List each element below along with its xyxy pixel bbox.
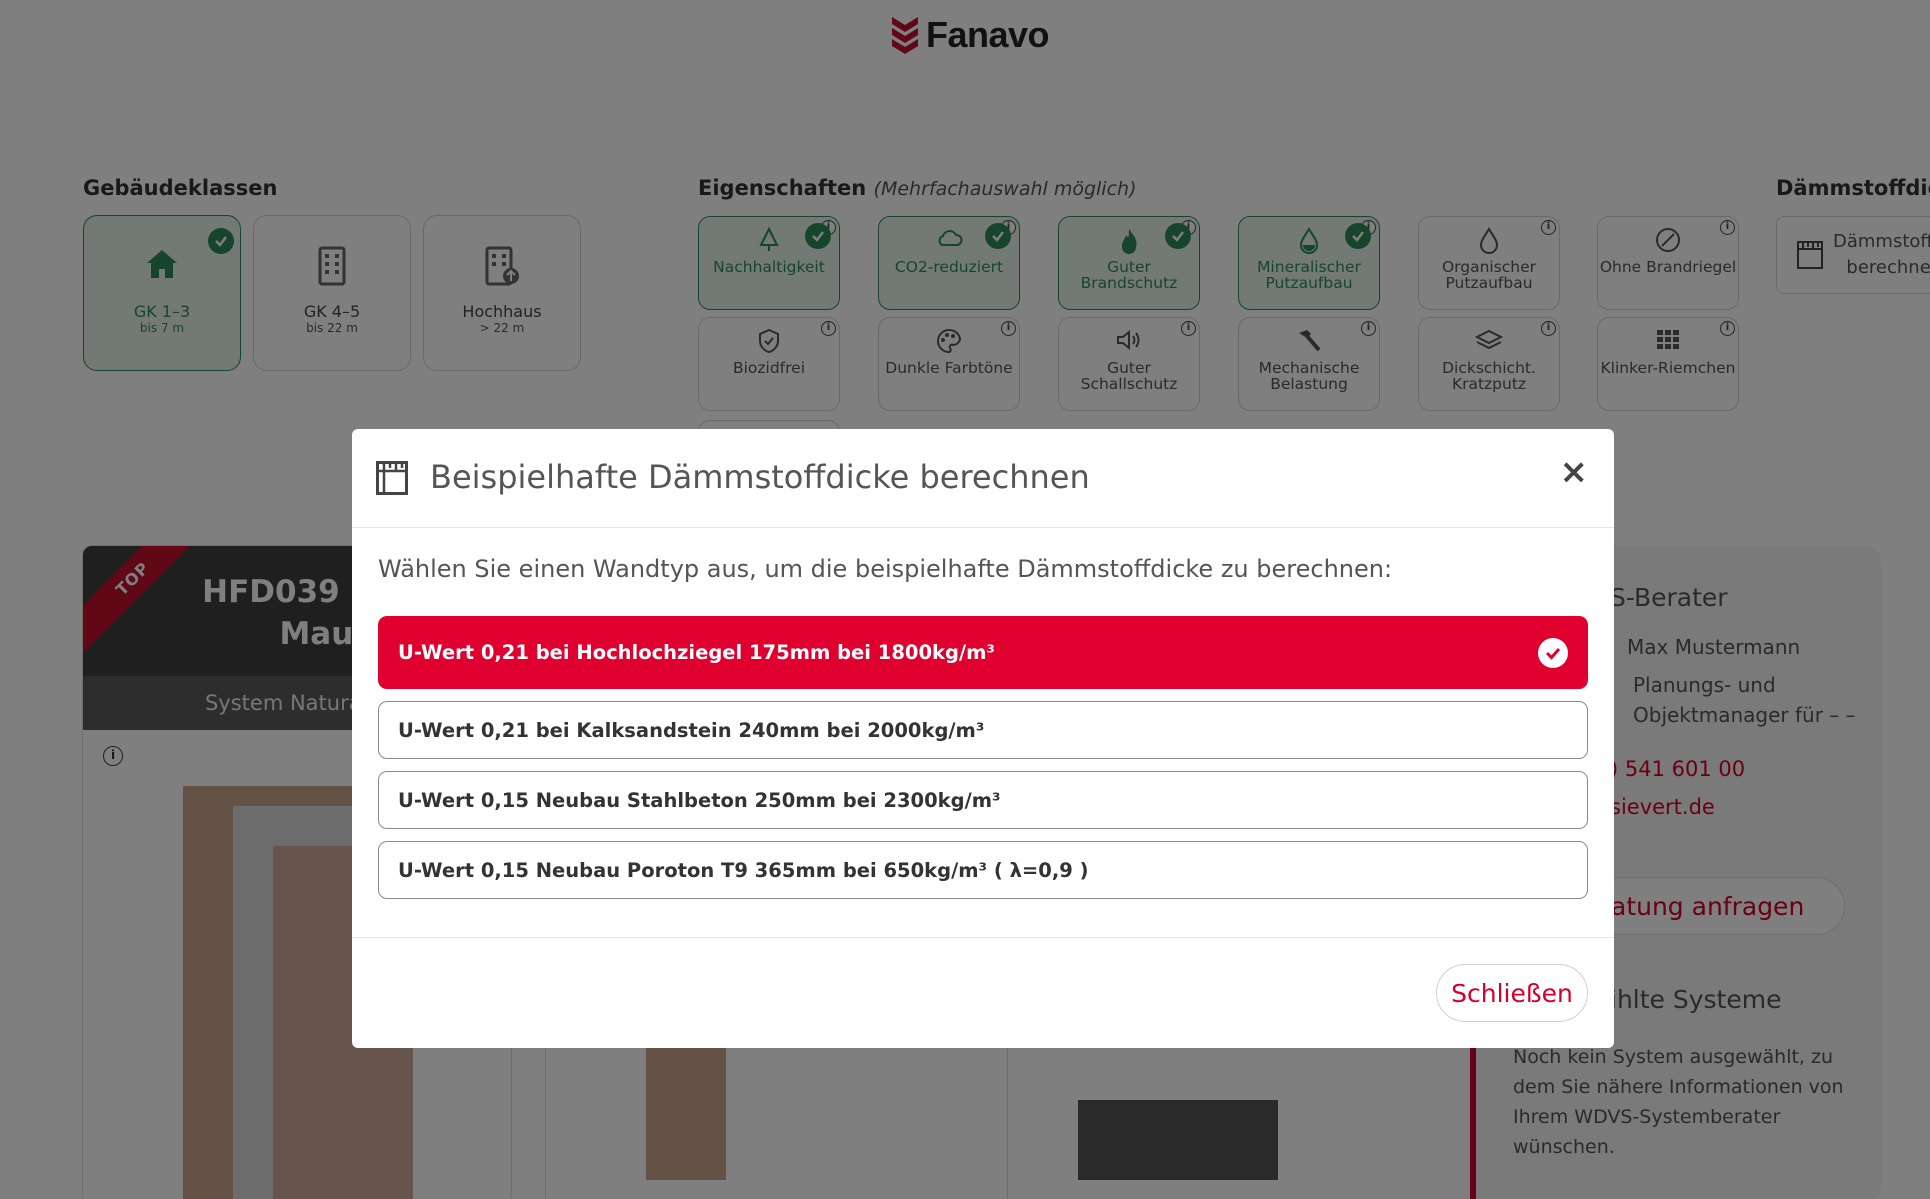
walltype-option-kalksandstein[interactable]: U-Wert 0,21 bei Kalksandstein 240mm bei … <box>378 701 1588 759</box>
walltype-option-label: U-Wert 0,21 bei Kalksandstein 240mm bei … <box>398 718 985 742</box>
walltype-option-label: U-Wert 0,15 Neubau Poroton T9 365mm bei … <box>398 858 1089 882</box>
modal-prompt: Wählen Sie einen Wandtyp aus, um die bei… <box>378 555 1393 583</box>
modal-header: Beispielhafte Dämmstoffdicke berechnen × <box>352 429 1614 528</box>
modal-close-icon[interactable]: × <box>1560 455 1589 489</box>
walltype-option-stahlbeton[interactable]: U-Wert 0,15 Neubau Stahlbeton 250mm bei … <box>378 771 1588 829</box>
modal-title: Beispielhafte Dämmstoffdicke berechnen <box>430 458 1090 496</box>
walltype-option-hochlochziegel[interactable]: U-Wert 0,21 bei Hochlochziegel 175mm bei… <box>378 616 1588 689</box>
daemmstoff-modal: Beispielhafte Dämmstoffdicke berechnen ×… <box>352 429 1614 1048</box>
ruler-icon <box>376 461 408 495</box>
modal-close-button[interactable]: Schließen <box>1436 964 1588 1022</box>
walltype-option-poroton[interactable]: U-Wert 0,15 Neubau Poroton T9 365mm bei … <box>378 841 1588 899</box>
modal-footer-divider <box>352 937 1614 938</box>
check-icon <box>1538 637 1568 668</box>
walltype-option-label: U-Wert 0,21 bei Hochlochziegel 175mm bei… <box>398 641 995 664</box>
walltype-option-label: U-Wert 0,15 Neubau Stahlbeton 250mm bei … <box>398 788 1001 812</box>
